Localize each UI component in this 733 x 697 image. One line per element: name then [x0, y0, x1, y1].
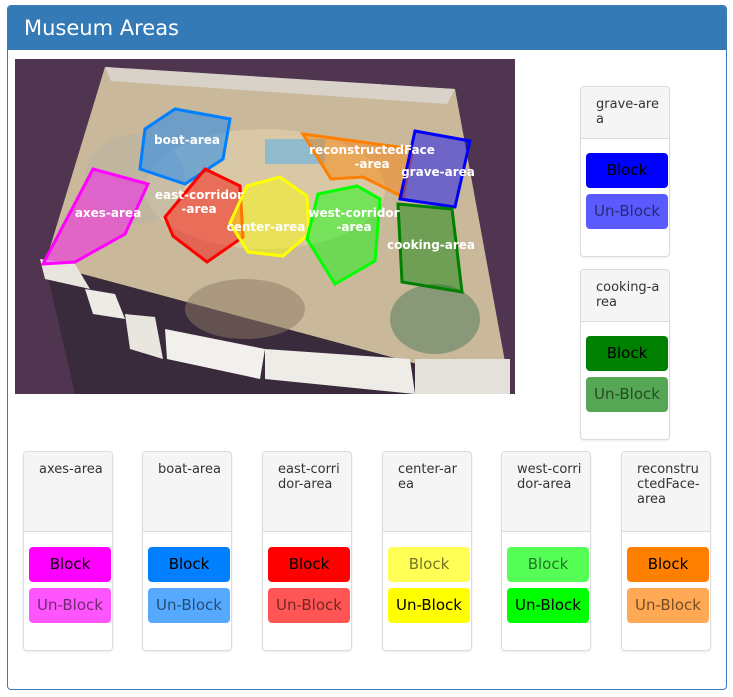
unblock-button-east-corridor[interactable]: Un-Block: [268, 588, 350, 623]
map-label-boat: boat-area: [154, 133, 220, 147]
area-card-grave: grave-area Block Un-Block: [580, 86, 670, 257]
museum-floor-map: boat-area reconstructedFace -area grave-…: [15, 59, 515, 394]
block-button-cooking[interactable]: Block: [586, 336, 668, 371]
map-label-east-1: east-corridor: [155, 188, 243, 202]
block-button-grave[interactable]: Block: [586, 153, 668, 188]
area-card-title: reconstructedFace-area: [622, 452, 710, 532]
area-card-west-corridor: west-corridor-area Block Un-Block: [501, 451, 591, 651]
block-button-reconstructed-face[interactable]: Block: [627, 547, 709, 582]
map-label-center: center-area: [227, 220, 306, 234]
unblock-button-boat[interactable]: Un-Block: [148, 588, 230, 623]
area-card-title: center-area: [383, 452, 471, 532]
area-card-title: west-corridor-area: [502, 452, 590, 532]
area-card-east-corridor: east-corridor-area Block Un-Block: [262, 451, 352, 651]
map-label-reconstructed-1: reconstructedFace: [309, 143, 435, 157]
block-button-boat[interactable]: Block: [148, 547, 230, 582]
unblock-button-axes[interactable]: Un-Block: [29, 588, 111, 623]
area-card-axes: axes-area Block Un-Block: [23, 451, 113, 651]
map-label-west-2: -area: [336, 220, 371, 234]
area-card-center: center-area Block Un-Block: [382, 451, 472, 651]
unblock-button-grave[interactable]: Un-Block: [586, 194, 668, 229]
map-label-cooking: cooking-area: [387, 238, 475, 252]
map-label-axes: axes-area: [75, 206, 141, 220]
block-button-axes[interactable]: Block: [29, 547, 111, 582]
block-button-west-corridor[interactable]: Block: [507, 547, 589, 582]
block-button-center[interactable]: Block: [388, 547, 470, 582]
area-card-title: axes-area: [24, 452, 112, 532]
map-label-grave: grave-area: [401, 165, 475, 179]
area-card-reconstructed-face: reconstructedFace-area Block Un-Block: [621, 451, 711, 651]
map-label-east-2: -area: [181, 202, 216, 216]
area-card-title: grave-area: [581, 87, 669, 139]
area-card-cooking: cooking-area Block Un-Block: [580, 269, 670, 440]
panel-title: Museum Areas: [8, 6, 726, 50]
block-button-east-corridor[interactable]: Block: [268, 547, 350, 582]
map-label-reconstructed-2: -area: [354, 157, 389, 171]
area-card-boat: boat-area Block Un-Block: [142, 451, 232, 651]
area-card-title: cooking-area: [581, 270, 669, 322]
unblock-button-west-corridor[interactable]: Un-Block: [507, 588, 589, 623]
map-label-west-1: west-corridor: [308, 206, 399, 220]
unblock-button-cooking[interactable]: Un-Block: [586, 377, 668, 412]
area-card-title: boat-area: [143, 452, 231, 532]
area-card-title: east-corridor-area: [263, 452, 351, 532]
unblock-button-center[interactable]: Un-Block: [388, 588, 470, 623]
unblock-button-reconstructed-face[interactable]: Un-Block: [627, 588, 709, 623]
